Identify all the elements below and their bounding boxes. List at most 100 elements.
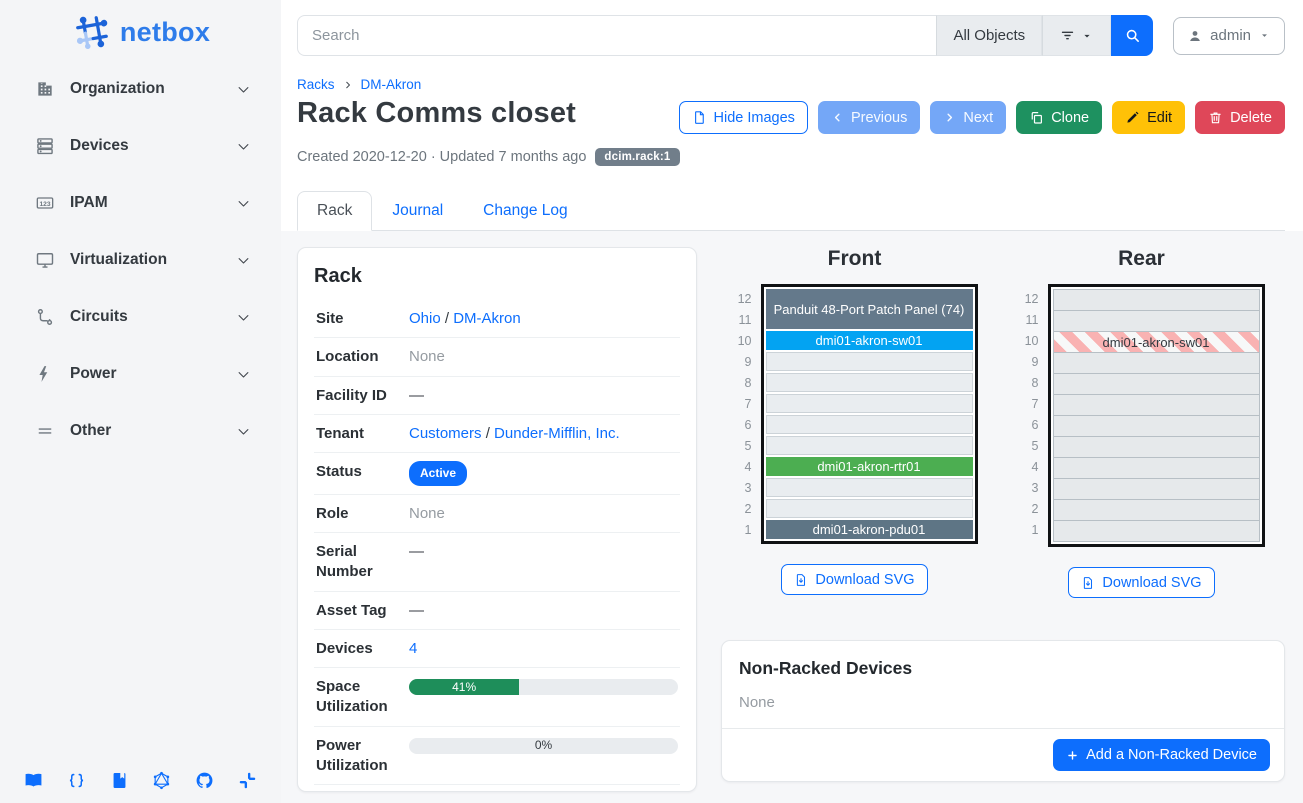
empty-rack-unit[interactable] [766,499,973,518]
link-customers[interactable]: Customers [409,425,482,442]
rest-api-link[interactable] [67,771,86,790]
empty-rack-unit[interactable] [766,394,973,413]
download-svg-button-rear[interactable]: Download SVG [1068,567,1214,598]
device-dmi01-akron-sw01[interactable]: dmi01-akron-sw01 [766,331,973,350]
link-ohio[interactable]: Ohio [409,310,441,327]
search-filter-button[interactable] [1042,15,1111,56]
empty-rack-unit[interactable] [1053,394,1260,416]
slack-link[interactable] [238,771,257,790]
download-svg-label: Download SVG [1102,575,1201,591]
previous-button[interactable]: Previous [818,101,920,134]
empty-rack-unit[interactable] [766,352,973,371]
sidebar-item-circuits[interactable]: Circuits [0,297,281,337]
tab-change-log[interactable]: Change Log [463,191,587,231]
sidebar-item-devices[interactable]: Devices [0,126,281,166]
edit-button[interactable]: Edit [1112,101,1185,134]
meta-row: Created 2020-12-20 · Updated 7 months ag… [297,148,1285,166]
search-input[interactable] [297,15,936,56]
chevron-left-icon [831,111,844,124]
progress-label: 0% [409,738,678,754]
sidebar-item-power[interactable]: Power [0,354,281,394]
sidebar-item-organization[interactable]: Organization [0,69,281,109]
filter-icon [1059,27,1076,44]
sidebar-item-ipam[interactable]: 123IPAM [0,183,281,223]
tab-journal[interactable]: Journal [372,191,463,231]
tab-bar: RackJournalChange Log [297,191,1285,231]
hide-images-button[interactable]: Hide Images [679,101,808,134]
sidebar-item-label: Circuits [70,308,236,326]
breadcrumb-link-racks[interactable]: Racks [297,77,335,92]
delete-button[interactable]: Delete [1195,101,1285,134]
search-button[interactable] [1111,15,1153,56]
row-value: 0% [409,735,678,754]
unit-number: 8 [1019,373,1039,394]
tab-rack[interactable]: Rack [297,191,372,231]
row-value: — [409,541,678,562]
chevron-down-icon [236,82,251,97]
device-panduit-48-port-patch-panel-74[interactable]: Panduit 48-Port Patch Panel (74) [766,289,973,329]
svg-text:123: 123 [39,201,50,208]
unit-number: 1 [1019,520,1039,541]
github-icon [195,771,214,790]
next-button[interactable]: Next [930,101,1006,134]
empty-rack-unit[interactable] [766,373,973,392]
netbox-logo[interactable]: netbox [0,0,281,60]
device-dmi01-akron-pdu01[interactable]: dmi01-akron-pdu01 [766,520,973,539]
empty-rack-unit[interactable] [1053,436,1260,458]
unit-number: 12 [1019,289,1039,310]
docs-icon [24,771,43,790]
empty-rack-unit[interactable] [766,436,973,455]
empty-rack-unit[interactable] [1053,352,1260,374]
clone-button[interactable]: Clone [1016,101,1102,134]
api-docs-icon [110,771,129,790]
row-value: Ohio / DM-Akron [409,308,678,329]
unit-numbers: 121110987654321 [732,284,752,544]
empty-rack-unit[interactable] [766,415,973,434]
unit-number: 9 [1019,352,1039,373]
row-value: Customers / Dunder-Mifflin, Inc. [409,423,678,444]
row-label: Site [316,308,409,329]
breadcrumb-link-dm-akron[interactable]: DM-Akron [361,77,422,92]
github-link[interactable] [195,771,214,790]
unit-number: 7 [1019,394,1039,415]
virtualization-icon [35,250,55,270]
device-dmi01-akron-rtr01[interactable]: dmi01-akron-rtr01 [766,457,973,476]
row-value: — [409,600,678,621]
unit-number: 1 [732,520,752,541]
empty-rack-unit[interactable] [1053,310,1260,332]
graphql-link[interactable] [152,771,171,790]
chevron-down-icon [236,139,251,154]
page-header: All Objects admin Racks DM-Akron [281,0,1303,231]
progress-fill: 41% [409,679,519,695]
empty-rack-unit[interactable] [1053,499,1260,521]
user-menu[interactable]: admin [1173,17,1285,55]
sidebar-item-virtualization[interactable]: Virtualization [0,240,281,280]
sidebar-item-other[interactable]: Other [0,411,281,451]
trash-icon [1208,110,1223,125]
unit-number: 5 [732,436,752,457]
add-non-racked-device-button[interactable]: Add a Non-Racked Device [1053,739,1270,771]
empty-rack-unit[interactable] [1053,478,1260,500]
elevation-title: Rear [1118,247,1165,271]
link-dunder-mifflin-inc[interactable]: Dunder-Mifflin, Inc. [494,425,620,442]
device-dmi01-akron-sw01-rear[interactable]: dmi01-akron-sw01 [1053,331,1260,353]
empty-rack-unit[interactable] [766,478,973,497]
link-dm-akron[interactable]: DM-Akron [453,310,521,327]
devices-count-link[interactable]: 4 [409,640,417,657]
right-column: Front121110987654321Panduit 48-Port Patc… [711,247,1285,782]
empty-rack-unit[interactable] [1053,373,1260,395]
object-type-selector[interactable]: All Objects [936,15,1042,56]
rack-details-table: SiteOhio / DM-AkronLocationNoneFacility … [314,300,680,785]
empty-rack-unit[interactable] [1053,457,1260,479]
caret-down-icon [1080,29,1094,43]
api-docs-link[interactable] [110,771,129,790]
empty-rack-unit[interactable] [1053,289,1260,311]
rack-row-facility-id: Facility ID— [314,377,680,415]
docs-link[interactable] [24,771,43,790]
unit-number: 11 [732,310,752,331]
unit-number: 6 [1019,415,1039,436]
empty-rack-unit[interactable] [1053,520,1260,542]
empty-rack-unit[interactable] [1053,415,1260,437]
download-svg-button-front[interactable]: Download SVG [781,564,927,595]
user-menu-label: admin [1210,27,1251,44]
